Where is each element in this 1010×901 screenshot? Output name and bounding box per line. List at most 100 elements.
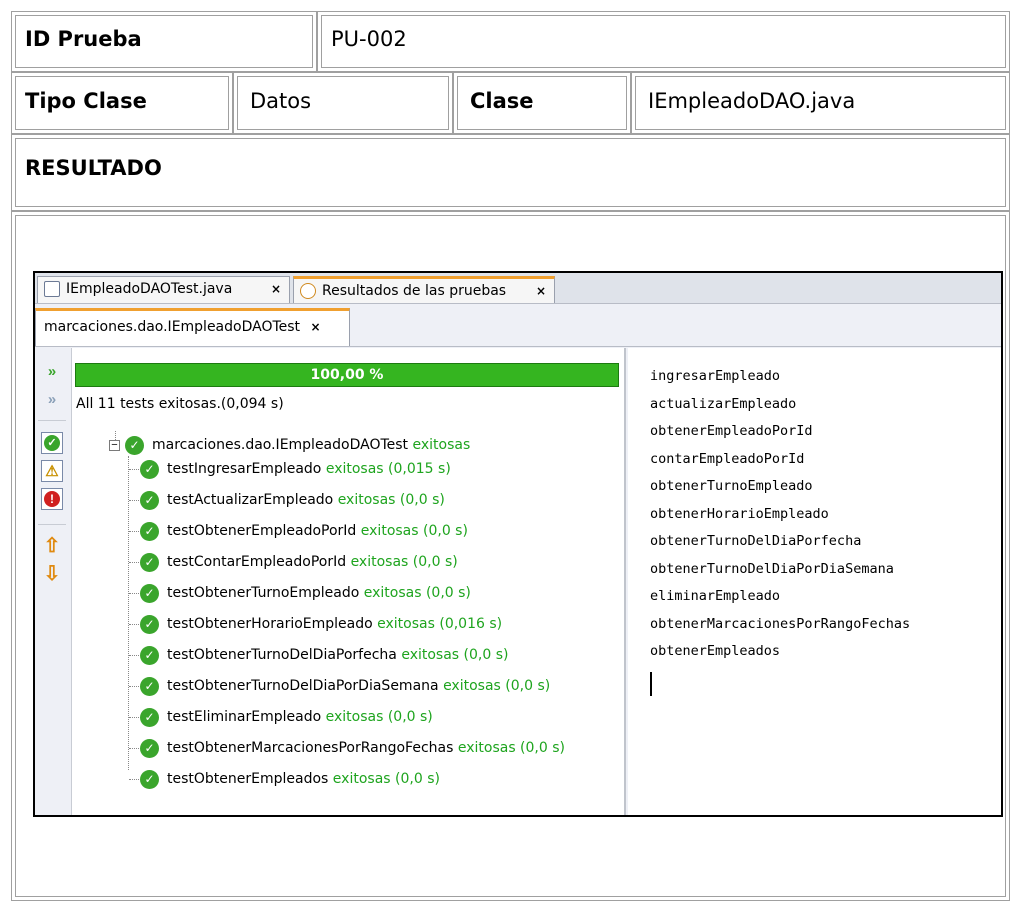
test-status: exitosas (0,0 s) bbox=[457, 740, 565, 756]
test-status: exitosas (0,015 s) bbox=[325, 461, 451, 477]
id-value: PU-002 bbox=[331, 27, 407, 51]
id-label: ID Prueba bbox=[25, 27, 142, 51]
tree-connector bbox=[129, 655, 139, 656]
results-subtab-bar: marcaciones.dao.IEmpleadoDAOTest × bbox=[35, 304, 1001, 347]
arrow-up-icon[interactable]: ⇧ bbox=[41, 534, 63, 557]
tree-connector bbox=[129, 531, 139, 532]
tree-connector bbox=[129, 717, 139, 718]
test-row[interactable]: ✓ testEliminarEmpleado exitosas (0,0 s) bbox=[140, 704, 433, 730]
test-name: testObtenerTurnoEmpleado bbox=[167, 585, 360, 601]
passed-icon: ✓ bbox=[140, 707, 159, 727]
passed-icon: ✓ bbox=[140, 738, 159, 758]
test-status: exitosas (0,0 s) bbox=[360, 523, 468, 539]
tree-connector bbox=[129, 469, 139, 470]
rerun-failed-icon[interactable]: » bbox=[41, 388, 63, 410]
test-row[interactable]: ✓ testActualizarEmpleado exitosas (0,0 s) bbox=[140, 487, 445, 513]
test-status: exitosas (0,0 s) bbox=[350, 554, 458, 570]
passed-icon: ✓ bbox=[125, 435, 144, 455]
show-passed-icon[interactable]: ✓ bbox=[41, 432, 63, 454]
tree-connector bbox=[129, 779, 139, 780]
test-name: testObtenerTurnoDelDiaPorDiaSemana bbox=[167, 678, 439, 694]
test-name: testObtenerEmpleadoPorId bbox=[167, 523, 357, 539]
show-errors-icon[interactable]: ! bbox=[41, 488, 63, 510]
tree-root-row[interactable]: ✓ marcaciones.dao.IEmpleadoDAOTest exitos… bbox=[125, 432, 470, 458]
test-row[interactable]: ✓ testObtenerEmpleados exitosas (0,0 s) bbox=[140, 766, 440, 792]
test-status: exitosas (0,0 s) bbox=[401, 647, 509, 663]
output-line: actualizarEmpleado bbox=[650, 395, 797, 412]
test-status: exitosas (0,0 s) bbox=[337, 492, 445, 508]
passed-icon: ✓ bbox=[140, 521, 159, 541]
tree-connector bbox=[129, 748, 139, 749]
close-icon[interactable]: × bbox=[311, 320, 321, 334]
tree-connector bbox=[129, 593, 139, 594]
test-row[interactable]: ✓ testObtenerTurnoDelDiaPorfecha exitosas… bbox=[140, 642, 508, 668]
resultado-label: RESULTADO bbox=[25, 156, 162, 180]
output-line: obtenerTurnoDelDiaPorDiaSemana bbox=[650, 560, 894, 577]
root-label: marcaciones.dao.IEmpleadoDAOTest bbox=[152, 437, 409, 453]
clase-label: Clase bbox=[470, 89, 534, 113]
toolbar-divider bbox=[38, 524, 66, 525]
output-line: obtenerHorarioEmpleado bbox=[650, 505, 829, 522]
root-status: exitosas bbox=[412, 437, 471, 453]
subtab-test-class[interactable]: marcaciones.dao.IEmpleadoDAOTest × bbox=[35, 308, 350, 346]
passed-icon: ✓ bbox=[140, 459, 159, 479]
test-name: testActualizarEmpleado bbox=[167, 492, 334, 508]
test-row[interactable]: ✓ testContarEmpleadoPorId exitosas (0,0 s… bbox=[140, 549, 458, 575]
test-status: exitosas (0,0 s) bbox=[332, 771, 440, 787]
id-value-cell bbox=[317, 11, 1010, 72]
progress-text: 100,00 % bbox=[310, 367, 384, 383]
test-results-icon bbox=[300, 283, 316, 299]
test-name: testContarEmpleadoPorId bbox=[167, 554, 347, 570]
rerun-icon[interactable]: » bbox=[41, 360, 63, 382]
test-row[interactable]: ✓ testIngresarEmpleado exitosas (0,015 s) bbox=[140, 456, 451, 482]
test-name: testIngresarEmpleado bbox=[167, 461, 322, 477]
progress-bar: 100,00 % bbox=[75, 363, 619, 387]
test-status: exitosas (0,016 s) bbox=[377, 616, 503, 632]
test-row[interactable]: ✓ testObtenerTurnoDelDiaPorDiaSemana exit… bbox=[140, 673, 550, 699]
passed-icon: ✓ bbox=[140, 614, 159, 634]
collapse-icon[interactable]: − bbox=[109, 440, 120, 451]
output-panel[interactable]: ingresarEmpleado actualizarEmpleado obtene… bbox=[628, 348, 1001, 815]
test-status: exitosas (0,0 s) bbox=[443, 678, 551, 694]
output-line: ingresarEmpleado bbox=[650, 368, 781, 384]
tab-test-results-label: Resultados de las pruebas bbox=[322, 283, 507, 299]
test-name: testObtenerHorarioEmpleado bbox=[167, 616, 373, 632]
close-icon[interactable]: × bbox=[536, 279, 546, 304]
test-status: exitosas (0,0 s) bbox=[325, 709, 433, 725]
tree-connector bbox=[129, 686, 139, 687]
test-tree-panel: 100,00 % All 11 tests exitosas.(0,094 s)… bbox=[72, 348, 626, 815]
test-row[interactable]: ✓ testObtenerMarcacionesPorRangoFechas ex… bbox=[140, 735, 565, 761]
tab-test-file-label: IEmpleadoDAOTest.java bbox=[66, 281, 233, 297]
output-line: obtenerEmpleados bbox=[650, 643, 781, 659]
show-warnings-icon[interactable]: ⚠ bbox=[41, 460, 63, 482]
test-name: testObtenerMarcacionesPorRangoFechas bbox=[167, 740, 454, 756]
tab-test-file[interactable]: IEmpleadoDAOTest.java × bbox=[37, 276, 290, 303]
passed-icon: ✓ bbox=[140, 769, 159, 789]
arrow-down-icon[interactable]: ⇩ bbox=[41, 562, 63, 585]
tab-test-results[interactable]: Resultados de las pruebas × bbox=[293, 276, 555, 303]
output-line: contarEmpleadoPorId bbox=[650, 450, 805, 467]
tree-guide bbox=[128, 456, 129, 770]
test-name: testObtenerTurnoDelDiaPorfecha bbox=[167, 647, 397, 663]
test-name: testObtenerEmpleados bbox=[167, 771, 329, 787]
tree-connector bbox=[129, 500, 139, 501]
java-file-icon bbox=[44, 281, 60, 297]
clase-value: IEmpleadoDAO.java bbox=[648, 89, 856, 113]
output-line: obtenerTurnoDelDiaPorfecha bbox=[650, 533, 862, 549]
tipo-value: Datos bbox=[250, 89, 312, 113]
subtab-label: marcaciones.dao.IEmpleadoDAOTest bbox=[44, 319, 301, 335]
test-row[interactable]: ✓ testObtenerEmpleadoPorId exitosas (0,0 … bbox=[140, 518, 468, 544]
test-status: exitosas (0,0 s) bbox=[363, 585, 471, 601]
test-summary: All 11 tests exitosas.(0,094 s) bbox=[76, 396, 284, 412]
output-line: obtenerMarcacionesPorRangoFechas bbox=[650, 615, 911, 632]
passed-icon: ✓ bbox=[140, 552, 159, 572]
test-row[interactable]: ✓ testObtenerTurnoEmpleado exitosas (0,0 … bbox=[140, 580, 471, 606]
output-line: eliminarEmpleado bbox=[650, 588, 781, 604]
output-line: obtenerEmpleadoPorId bbox=[650, 423, 813, 439]
text-caret bbox=[650, 672, 652, 696]
close-icon[interactable]: × bbox=[271, 277, 281, 302]
tree-connector bbox=[129, 562, 139, 563]
output-line: obtenerTurnoEmpleado bbox=[650, 478, 813, 494]
test-name: testEliminarEmpleado bbox=[167, 709, 322, 725]
test-row[interactable]: ✓ testObtenerHorarioEmpleado exitosas (0,… bbox=[140, 611, 502, 637]
